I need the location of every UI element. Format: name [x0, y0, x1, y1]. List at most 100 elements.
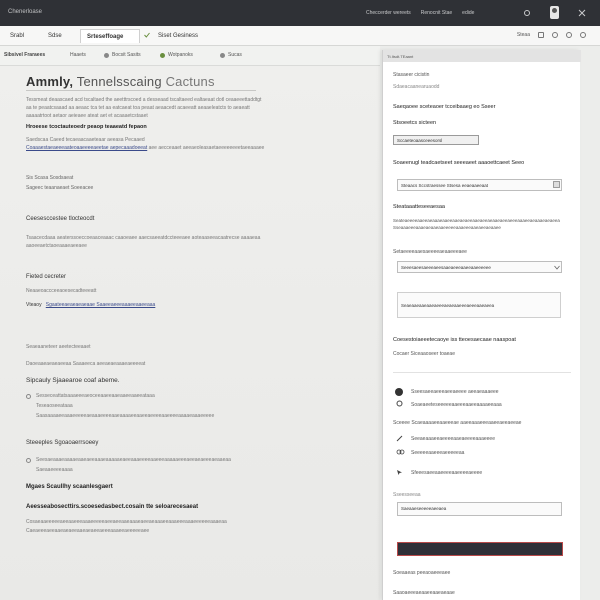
- radio-option-2[interactable]: [26, 458, 31, 463]
- note-1: Saedscaa Caeed tecaeaacaaeteaar aeeasa P…: [26, 137, 145, 143]
- tab-2[interactable]: Sdse: [42, 29, 78, 43]
- panel-sec5-select[interactable]: Seeesaeesaeeeaeesaaeaeeeaaeeaaeeeeee: [397, 261, 562, 273]
- title-divider: [26, 90, 256, 91]
- status-dot-icon: [160, 52, 165, 58]
- panel-sec4-text-1: Seateaeeeeaaeeaeaaaeaaeeaaeaeaeeaaeaeeae…: [393, 218, 560, 223]
- section-1-text-2: aaoeeaetctaoeaaaeaeeaee: [26, 243, 87, 249]
- menu-item-2[interactable]: Renocnit Stae: [421, 10, 452, 16]
- section-3-sub: Saeaaeeeeaaaa: [36, 467, 73, 473]
- field-sub: Neaaeoaccceeaoesecadteeeatt: [26, 288, 97, 294]
- app-name: Chenerloase: [8, 9, 43, 15]
- panel-footer-1: Soeaaeas peeaoaeeeaee: [393, 570, 451, 576]
- panel-sec2-button[interactable]: Sccaeteoaasceeesorsl: [393, 135, 479, 145]
- subbar-item-2[interactable]: Bocsit Sasits: [104, 52, 141, 58]
- sub-toolbar: Sibsivel Fraraees Haaets Bocsit Sasits W…: [0, 46, 380, 66]
- panel-sec2-title: Stsoeetcs sicteen: [393, 120, 437, 126]
- radio-option-1[interactable]: [26, 394, 31, 399]
- tab-tools: Steaa: [517, 32, 586, 38]
- panel-sec8-title: Sceeee Scaeaaaaeeaaeeeae aaeeaaaeeeaaeea…: [393, 420, 522, 426]
- link-icon[interactable]: [396, 449, 405, 457]
- panel-sec9-input[interactable]: Saeaaeseeeeeaeeaea: [397, 502, 562, 516]
- section-5-text-1: Cosaeaaeeeeeaeeaaeeeaaaeeeeeaeeaeeaaeaaa…: [26, 519, 227, 525]
- page-title: Ammly, Tennelsscaing Cactuns: [26, 74, 215, 89]
- caption: Seaeaaneteer aeetecteeaaet: [26, 344, 91, 350]
- top-menu: Checcerder wereets Renocnit Stae edide: [366, 10, 474, 16]
- more-icon[interactable]: [580, 32, 586, 38]
- tab-active[interactable]: Srteseffoage: [80, 29, 140, 43]
- panel-row-1: Seeaeaaaeeaeeeeaaeaeeeeaaaeeee: [411, 436, 495, 442]
- primary-action-button[interactable]: [397, 542, 563, 556]
- panel-sec9-title: Sseesseeaa: [393, 492, 421, 498]
- panel-sec1-title: Stasaeer cicistin: [393, 72, 430, 78]
- main-content: Ammly, Tennelsscaing Cactuns Tessmeat de…: [0, 66, 380, 600]
- gear-icon[interactable]: [396, 400, 403, 409]
- status-dot-icon: [220, 52, 225, 58]
- subbar-title: Sibsivel Fraraees: [4, 52, 46, 58]
- globe-icon[interactable]: [566, 32, 572, 38]
- panel-sec4-title: Steataaatteseeaesaa: [393, 204, 445, 210]
- option-a[interactable]: Sis Scasa Sosdsaeat: [26, 174, 296, 182]
- panel-sec7-title: Coesestoiaeeetecaoye iss tteoesaecaae na…: [393, 337, 516, 343]
- panel-sec7-sub: Cocaer Siceaaoseer toaeae: [393, 351, 455, 357]
- panel-divider: [393, 372, 571, 373]
- strong-line: Hroeese tcoctauteoedr peaop teaaeatd fep…: [26, 124, 147, 130]
- note-2: Coaaaestaeaeeeaateoaaeeeeaeetae aepecaaa…: [26, 145, 265, 151]
- panel-sec3-title: Soaeenugl teadcaetseet seeeaeet aaaoettc…: [393, 160, 525, 166]
- panel-check-2: Soaeaeeteseeeeeaaeeeaaeeaaaaeeaaa: [411, 402, 502, 408]
- tab-1[interactable]: Srabl: [4, 29, 40, 43]
- side-panel: Tt.Itsdt.TEaant Stasaeer cicistin Sdaeac…: [382, 50, 581, 600]
- close-icon[interactable]: [578, 9, 586, 17]
- section-3-option: Seesaeaaaeaaaaeaaeaeeaaaeaaaaaeaeeaaaeee…: [36, 457, 231, 463]
- panel-sec5-title: Setaeeeeaaesaeeeeaeaaeeeaee: [393, 249, 467, 255]
- panel-sec3-input[interactable]: Steaacs Sccstraessee Stsesa eeaeaaeeaat: [397, 179, 562, 191]
- subbar-item-1[interactable]: Haaets: [70, 52, 86, 58]
- intro-text-3: aaaaatrtoot aetaor aeieaee ateat aet et …: [26, 113, 148, 119]
- section-1-text-1: Tsaacecdaaa aeaterssoeccoeaaceaaac caaoe…: [26, 235, 261, 241]
- section-2-option-2: Saasaaaaeeaaaeeeeeaeaaaeeeeaaeaaaaeeaaee…: [36, 413, 215, 419]
- panel-row-2: Seeeeeaaeeeaeeeeeaa: [411, 450, 465, 456]
- cursor-icon[interactable]: [396, 469, 403, 478]
- check-circle-icon[interactable]: [395, 388, 403, 396]
- section-5-text-2: Caeaeeeaeeaaeaeaeeaaeaeaeeaeeeaaaeeaeeee…: [26, 528, 150, 534]
- settings-icon[interactable]: [523, 9, 531, 17]
- subbar-item-4[interactable]: Sucas: [220, 52, 242, 58]
- refresh-icon[interactable]: [552, 32, 558, 38]
- section-2-title: Sipcauly Sjaaearoe coaf abeme.: [26, 377, 120, 384]
- section-3-title: Steeeples Sgoaoaerrsoeey: [26, 440, 99, 446]
- panel-sec4-text-2: Sseaaaeeeaaaeaeaaeaaeeeeeaaaeeeaaeaeeaea…: [393, 225, 501, 230]
- caption-2: Daoeaaeaeaeaeeaa Saaaeeca aeeaeaeaaaeaee…: [26, 361, 146, 367]
- window-titlebar: Chenerloase Checcerder wereets Renocnit …: [0, 0, 600, 26]
- section-1-title: Ceesesccestee tlocteocdt: [26, 216, 95, 222]
- option-b[interactable]: Sageec teaanaeaet Soeeacee: [26, 184, 296, 192]
- intro-text-1: Tessmeat deaascaed acd tscaltaed the aee…: [26, 97, 262, 103]
- section-2-option-1: Sesseceattatsaaaeeeaeoceeaaeeaaeaaeeaaee…: [36, 393, 155, 399]
- avatar[interactable]: [550, 6, 559, 19]
- panel-sec1-sub: Sdaeacaanearuaodd: [393, 84, 440, 90]
- section-2-option-1-sub: Teseaoseeataaa: [36, 403, 73, 409]
- status-dot-icon: [104, 52, 109, 58]
- intro-text-2: aa te peaatcsaaad aa aeaac tca tet aa ea…: [26, 105, 250, 111]
- check-icon: [144, 32, 150, 40]
- tab-bar: Srabl Sdse Srteseffoage Siset Gesiness S…: [0, 26, 600, 46]
- chevron-down-icon[interactable]: [554, 265, 560, 272]
- field-label: Fieted cecreter: [26, 274, 67, 280]
- link-row: Vteaoy Sgaateeaeaeaeaeaae Saaeeaeeeaaaee…: [26, 302, 156, 308]
- link-row-links[interactable]: Sgaateeaeaeaeaeaae Saaeeaeeeaaaeeaaeeaaa: [46, 302, 156, 308]
- panel-sec1-line: Saeqaoee sceteaoer tcceibaaeg eo Sseer: [393, 104, 496, 110]
- panel-header: Tt.Itsdt.TEaant: [383, 50, 581, 62]
- tools-label: Steaa: [516, 32, 530, 38]
- panel-check-1: Sseesaeeaeeeaeeaeeee aeeaeaaaeee: [411, 389, 499, 395]
- grid-icon[interactable]: [538, 32, 544, 38]
- tab-4[interactable]: Siset Gesiness: [152, 29, 212, 43]
- menu-item-1[interactable]: Checcerder wereets: [366, 10, 411, 16]
- menu-item-3[interactable]: edide: [462, 10, 474, 16]
- panel-footer-2: Saaoaeeeaeaaeeaaeaeaae: [393, 590, 455, 596]
- expand-icon[interactable]: [553, 181, 560, 190]
- note-link[interactable]: Coaaaestaeaeeeaateoaaeeeeaeetae aepecaaa…: [26, 145, 147, 151]
- section-4-title: Mgaes Scaullhy scaanlesgaert: [26, 484, 113, 490]
- panel-row-3: Sfeeesaeeaaeeeeaaeeeeaeeee: [411, 470, 483, 476]
- section-5-title: Aeesseabosecttirs.scoesedasbect.cosain t…: [26, 504, 199, 510]
- subbar-item-3[interactable]: Wotpanoks: [160, 52, 193, 58]
- pen-icon[interactable]: [396, 435, 403, 444]
- panel-sec6-area[interactable]: Seaeaaeaaeaaeaeeeaeaeaaeeeaeeeaaeaeea: [397, 292, 561, 318]
